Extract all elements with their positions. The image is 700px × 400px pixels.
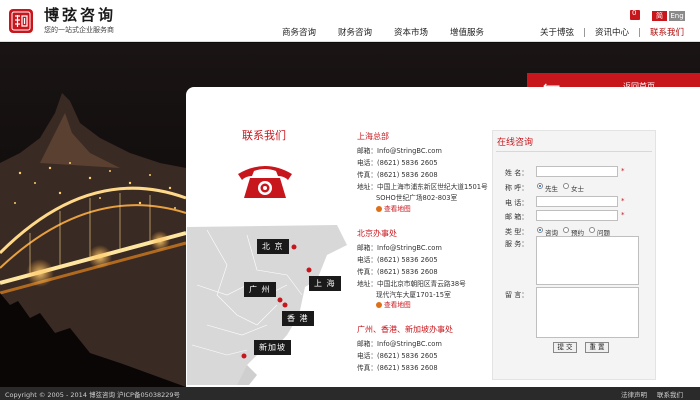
cart-icon[interactable]: 0 [630, 9, 640, 20]
footer-link-contact[interactable]: 联系我们 [657, 389, 683, 399]
nav-item-contact[interactable]: 联系我们 [650, 26, 684, 38]
message-label: 留 言： [505, 291, 529, 299]
nav-item-value-added-services[interactable]: 增值服务 [450, 26, 484, 38]
office-email: 邮箱：Info@StringBC.com [357, 244, 442, 252]
nav-item-news[interactable]: 资讯中心 [595, 26, 629, 38]
office-title-shanghai: 上海总部 [357, 132, 389, 141]
office-address-line2: 现代汽车大厦1701-15室 [376, 291, 451, 299]
site-footer: Copyright © 2005 - 2014 博弦咨询 沪ICP备050382… [0, 387, 700, 400]
view-map-label: 查看地图 [384, 301, 411, 309]
office-email: 邮箱：Info@StringBC.com [357, 340, 442, 348]
office-email: 邮箱：Info@StringBC.com [357, 147, 442, 155]
brand-tagline: 您的一站式企业服务商 [44, 26, 114, 34]
office-fax: 传真：(8621) 5836 2608 [357, 171, 438, 179]
nav-item-business-consulting[interactable]: 商务咨询 [282, 26, 316, 38]
required-mark: * [621, 167, 625, 175]
office-address-line2: SOHO世纪广场802-803室 [376, 194, 458, 202]
email-input[interactable] [536, 210, 618, 221]
nav-divider [584, 27, 586, 37]
cart-count: 0 [632, 9, 637, 17]
office-address: 地址：中国上海市浦东新区世纪大道1501号 [357, 183, 488, 191]
page: 博弦咨询 您的一站式企业服务商 商务咨询 财务咨询 资本市场 增值服务 关于博弦… [0, 0, 700, 400]
page-title: 联系我们 [242, 129, 286, 142]
radio-type-consult[interactable] [537, 227, 543, 233]
view-map-link-shanghai[interactable]: 查看地图 [376, 203, 411, 213]
site-header: 博弦咨询 您的一站式企业服务商 商务咨询 财务咨询 资本市场 增值服务 关于博弦… [0, 0, 700, 42]
nav-item-about[interactable]: 关于博弦 [540, 26, 574, 38]
submit-button[interactable]: 提 交 [553, 342, 577, 353]
service-label: 服 务： [505, 240, 529, 248]
city-label-beijing: 北 京 [257, 239, 289, 254]
office-phone: 电话：(8621) 5836 2605 [357, 159, 438, 167]
form-title: 在线咨询 [497, 138, 534, 148]
office-address: 地址：中国北京市朝阳区青云路38号 [357, 280, 466, 288]
salutation-label: 称 呼： [505, 184, 529, 192]
nav-item-capital-markets[interactable]: 资本市场 [394, 26, 428, 38]
required-mark: * [621, 211, 625, 219]
name-label: 姓 名： [505, 169, 529, 177]
telephone-icon [238, 166, 292, 198]
city-label-shanghai: 上 海 [309, 276, 341, 291]
nav-divider [639, 27, 641, 37]
office-fax: 传真：(8621) 5836 2608 [357, 268, 438, 276]
form-divider [496, 151, 652, 152]
secondary-nav: 关于博弦 资讯中心 联系我们 [540, 26, 684, 38]
reset-button[interactable]: 重 置 [585, 342, 609, 353]
city-label-singapore: 新加坡 [254, 340, 291, 355]
seal-logo-icon[interactable] [6, 6, 36, 36]
city-label-guangzhou: 广 州 [244, 282, 276, 297]
main-nav: 商务咨询 财务咨询 资本市场 增值服务 [282, 26, 506, 38]
radio-ms[interactable] [563, 183, 569, 189]
map-pin-icon [376, 302, 382, 308]
office-title-other: 广州、香港、新加坡办事处 [357, 325, 453, 334]
radio-type-appointment[interactable] [563, 227, 569, 233]
phone-label: 电 话： [505, 199, 529, 207]
lang-english-button[interactable]: Eng [669, 11, 685, 21]
copyright-text: Copyright © 2005 - 2014 博弦咨询 沪ICP备050382… [5, 391, 181, 399]
view-map-link-beijing[interactable]: 查看地图 [376, 299, 411, 309]
office-fax: 传真：(8621) 5836 2608 [357, 364, 438, 372]
radio-type-question[interactable] [589, 227, 595, 233]
radio-mr-label: 先生 [545, 185, 558, 193]
map-pin-icon [376, 206, 382, 212]
message-textarea[interactable] [536, 287, 639, 338]
office-phone: 电话：(8621) 5836 2605 [357, 256, 438, 264]
required-mark: * [621, 197, 625, 205]
service-textarea[interactable] [536, 236, 639, 285]
email-label: 邮 箱： [505, 213, 529, 221]
office-title-beijing: 北京办事处 [357, 229, 397, 238]
brand-name[interactable]: 博弦咨询 [44, 4, 116, 25]
view-map-label: 查看地图 [384, 205, 411, 213]
city-label-hongkong: 香 港 [282, 311, 314, 326]
phone-input[interactable] [536, 196, 618, 207]
radio-mr[interactable] [537, 183, 543, 189]
nav-item-financial-consulting[interactable]: 财务咨询 [338, 26, 372, 38]
type-label: 类 型： [505, 228, 529, 236]
office-phone: 电话：(8621) 5836 2605 [357, 352, 438, 360]
lang-chinese-button[interactable]: 简 [652, 11, 667, 21]
name-input[interactable] [536, 166, 618, 177]
footer-link-legal[interactable]: 法律声明 [621, 389, 647, 399]
radio-ms-label: 女士 [571, 185, 584, 193]
